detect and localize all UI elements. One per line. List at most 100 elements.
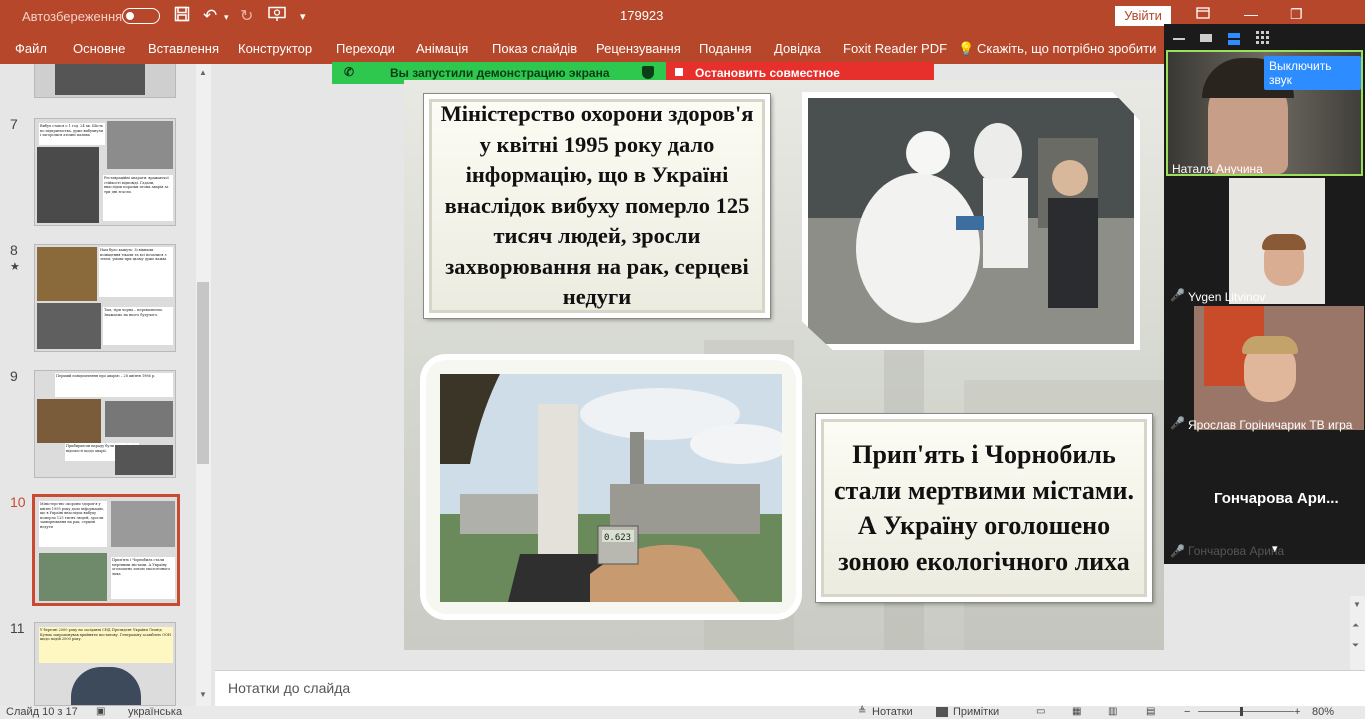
participant-name-3: Ярослав Горіничарик ТВ игра xyxy=(1188,418,1353,432)
video-tile-3[interactable]: 🎤 Ярослав Горіничарик ТВ игра xyxy=(1164,306,1365,432)
autosave-toggle[interactable] xyxy=(122,8,160,24)
notes-toggle[interactable]: Нотатки xyxy=(872,706,913,718)
slide-number-7: 7 xyxy=(10,116,18,132)
undo-dropdown-icon[interactable]: ▾ xyxy=(224,12,229,23)
slide-thumbnail-7[interactable]: Вибух стався о 1 год. 24 хв. Шість по пі… xyxy=(34,118,176,226)
minimize-icon[interactable]: — xyxy=(1244,6,1258,22)
status-bar: Слайд 10 з 17 ▣ українська ≜ Нотатки При… xyxy=(0,706,1365,719)
zoom-in-icon[interactable]: + xyxy=(1294,706,1300,718)
share-status-text: Вы запустили демонстрацию экрана xyxy=(390,66,610,80)
minimize-video-icon[interactable] xyxy=(1173,38,1185,40)
dosimeter-reading: 0.623 xyxy=(604,533,631,543)
previous-slide-icon[interactable]: ⏶ xyxy=(1352,620,1359,631)
lightbulb-icon: 💡 xyxy=(958,41,975,56)
slide-thumbnail-9[interactable]: Перший повідомлення про аварію – 28 квіт… xyxy=(34,370,176,478)
tab-slideshow[interactable]: Показ слайдів xyxy=(492,41,577,56)
active-speaker-view-icon[interactable] xyxy=(1200,34,1212,42)
slide-number-10: 10 xyxy=(10,494,26,510)
video-tile-2[interactable]: 🎤 Yvgen Litvinov xyxy=(1164,178,1365,304)
gallery-view-icon[interactable] xyxy=(1256,31,1270,45)
save-icon[interactable] xyxy=(174,6,190,27)
slide-counter: Слайд 10 з 17 xyxy=(6,706,78,718)
autosave-label: Автозбереження xyxy=(22,9,123,24)
participant-name-4: Гончарова Арина xyxy=(1188,544,1285,558)
customize-toolbar-icon[interactable]: ▾ xyxy=(300,10,306,23)
redo-icon[interactable]: ↻ xyxy=(240,6,253,26)
video-tile-1[interactable]: Выключить звук Наталя Анучина xyxy=(1166,50,1363,176)
signin-button[interactable]: Увійти xyxy=(1115,6,1171,26)
document-title: 179923 xyxy=(620,8,664,23)
expand-panel-chevron-icon[interactable]: ▾ xyxy=(1272,542,1278,555)
muted-mic-icon: 🎤 xyxy=(1170,416,1185,430)
comments-icon[interactable] xyxy=(936,707,948,717)
comments-toggle[interactable]: Примітки xyxy=(953,706,999,718)
mute-participant-button[interactable]: Выключить звук xyxy=(1264,56,1361,90)
tab-insert[interactable]: Вставлення xyxy=(148,41,219,56)
spellcheck-icon[interactable]: ▣ xyxy=(96,706,105,717)
thumb-text-8b: Там, тіри чорна – перевалюємо. Зважаємо … xyxy=(103,307,173,345)
language-label[interactable]: українська xyxy=(128,706,182,718)
video-panel-toolbar xyxy=(1164,24,1365,50)
participant-name-2: Yvgen Litvinov xyxy=(1188,290,1266,304)
notes-placeholder[interactable]: Нотатки до слайда xyxy=(228,680,350,696)
tab-design[interactable]: Конструктор xyxy=(238,41,312,56)
zoom-level[interactable]: 80% xyxy=(1312,706,1334,718)
phone-icon: ✆ xyxy=(344,65,355,79)
muted-mic-icon: 🎤 xyxy=(1170,288,1185,302)
tab-transitions[interactable]: Переходи xyxy=(336,41,395,56)
restore-icon[interactable]: ❐ xyxy=(1290,6,1303,23)
thumbnail-scrollbar[interactable]: ▲ ▼ xyxy=(196,64,211,706)
undo-icon[interactable]: ↶ xyxy=(203,6,217,26)
notes-icon[interactable]: ≜ xyxy=(858,706,866,717)
next-slide-icon[interactable]: ⏷ xyxy=(1352,640,1359,651)
thumb-text-11: У березні 2000 року на засіданні СНД Пре… xyxy=(39,627,173,663)
shield-icon xyxy=(642,66,654,79)
tab-help[interactable]: Довідка xyxy=(774,41,821,56)
zoom-slider-thumb[interactable] xyxy=(1240,707,1243,716)
reading-view-icon[interactable]: ▥ xyxy=(1108,706,1117,717)
slide-thumbnail-11[interactable]: У березні 2000 року на засіданні СНД Пре… xyxy=(34,622,176,706)
tab-view[interactable]: Подання xyxy=(699,41,752,56)
tab-animations[interactable]: Анімація xyxy=(416,41,468,56)
notes-pane[interactable]: Нотатки до слайда xyxy=(215,670,1365,706)
slide-thumbnail-8[interactable]: Нам було кажуть: Зі вікнами поміщення ті… xyxy=(34,244,176,352)
editor-scrollbar[interactable]: ▼ ⏶ ⏷ xyxy=(1350,596,1365,670)
slide-photo-dosimetry[interactable] xyxy=(802,92,1140,350)
slide-text-top[interactable]: Міністерство охорони здоров'я у квітні 1… xyxy=(423,93,771,319)
stop-icon xyxy=(675,68,683,76)
tab-file[interactable]: Файл xyxy=(15,41,47,56)
strip-view-icon[interactable] xyxy=(1228,32,1240,45)
slide-thumbnail-10[interactable]: Міністерство охорони здоров'я у квітні 1… xyxy=(32,494,180,606)
editor-scroll-down-icon[interactable]: ▼ xyxy=(1353,600,1361,609)
thumb-text-7: Вибух стався о 1 год. 24 хв. Шість по пі… xyxy=(39,123,105,145)
slide-number-11: 11 xyxy=(10,620,25,636)
tab-home[interactable]: Основне xyxy=(73,41,125,56)
tab-foxit[interactable]: Foxit Reader PDF xyxy=(843,41,947,56)
scrollbar-thumb[interactable] xyxy=(197,282,209,464)
slide-photo-memorial[interactable]: 0.623 xyxy=(420,354,802,620)
slide-number-8: 8 xyxy=(10,242,18,258)
zoom-out-icon[interactable]: − xyxy=(1184,706,1190,718)
scroll-down-icon[interactable]: ▼ xyxy=(199,690,207,699)
slide-thumbnail-6[interactable] xyxy=(34,64,176,98)
video-conference-panel: Выключить звук Наталя Анучина 🎤 Yvgen Li… xyxy=(1164,24,1365,564)
participant-display-name: Гончарова Ари... xyxy=(1214,490,1339,507)
scroll-up-icon[interactable]: ▲ xyxy=(199,68,207,77)
slide-canvas[interactable]: Міністерство охорони здоров'я у квітні 1… xyxy=(404,80,1164,650)
thumb-text-8: Нам було кажуть: Зі вікнами поміщення ті… xyxy=(99,247,173,297)
thumb-text-10b: Прип'ять і Чорнобиль стали мертвими міст… xyxy=(111,557,175,599)
muted-mic-icon: 🎤 xyxy=(1170,544,1185,558)
animation-star-icon: ★ xyxy=(10,261,20,273)
zoom-slider[interactable] xyxy=(1198,711,1294,712)
slide-sorter-icon[interactable]: ▦ xyxy=(1072,706,1081,717)
tell-me-search[interactable]: Скажіть, що потрібно зробити xyxy=(977,41,1156,56)
slideshow-view-icon[interactable]: ▤ xyxy=(1146,706,1155,717)
participant-name-1: Наталя Анучина xyxy=(1172,162,1263,176)
tab-review[interactable]: Рецензування xyxy=(596,41,681,56)
normal-view-icon[interactable]: ▭ xyxy=(1036,706,1045,717)
slide-text-bottom[interactable]: Прип'ять і Чорнобиль стали мертвими міст… xyxy=(815,413,1153,603)
present-from-start-icon[interactable] xyxy=(268,6,286,27)
video-tile-4[interactable]: Гончарова Ари... Гончарова Арина 🎤 xyxy=(1164,434,1365,560)
title-bar: Автозбереження ↶ ▾ ↻ ▾ 179923 Увійти — ❐ xyxy=(0,0,1365,34)
ribbon-display-icon[interactable] xyxy=(1196,6,1210,22)
